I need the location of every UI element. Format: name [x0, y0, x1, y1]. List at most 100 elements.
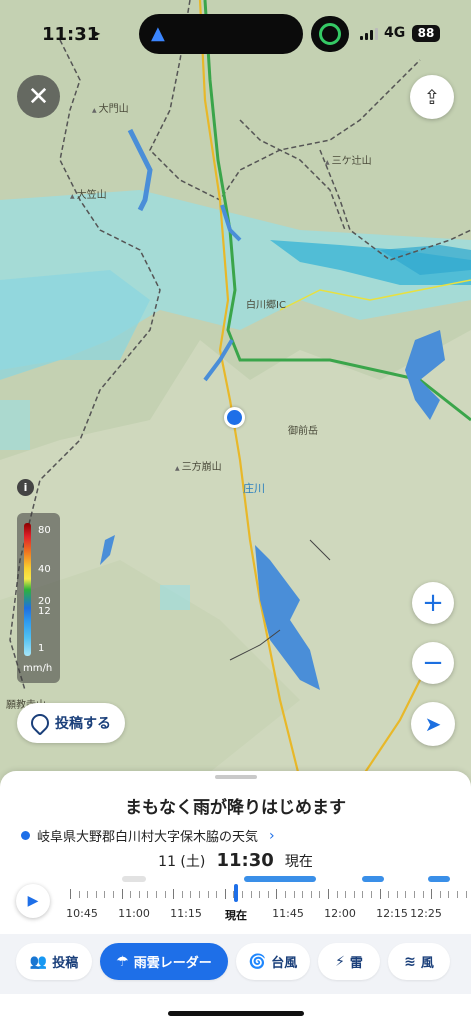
- current-datetime: 11 (土) 11:30 現在: [0, 850, 471, 871]
- play-icon: ▶: [27, 893, 39, 909]
- tab-wind[interactable]: ≋ 風: [388, 943, 450, 980]
- timeline-tick: [181, 891, 183, 898]
- timeline-tick: [302, 891, 304, 898]
- timeline-tick: [121, 889, 123, 899]
- network-type: 4G: [384, 25, 406, 41]
- timeline-tick: [371, 891, 372, 898]
- home-indicator: [168, 1011, 304, 1016]
- timeline-tick: [457, 891, 458, 898]
- map-label-gozengatake: 御前岳: [288, 426, 318, 437]
- zoom-out-button[interactable]: −: [412, 642, 454, 684]
- tab-posts[interactable]: 👥 投稿: [16, 943, 92, 980]
- rain-segment: [362, 876, 384, 882]
- tab-label: 雷: [349, 956, 363, 971]
- timeline-tick: [276, 889, 278, 899]
- timeline-tick: [164, 891, 166, 898]
- location-services-icon: ➤: [90, 27, 101, 42]
- timeline-tick: [147, 891, 149, 898]
- timeline-tick: [345, 891, 347, 898]
- legend-unit: mm/h: [23, 663, 53, 674]
- timeline-tick: [242, 891, 243, 898]
- tab-label: 風: [420, 956, 434, 971]
- timeline-tick: [396, 891, 398, 898]
- lightning-icon: ⚡: [335, 953, 345, 970]
- timeline-tick: [250, 891, 252, 898]
- timeline-tick: [70, 889, 71, 899]
- post-report-button[interactable]: 投稿する: [17, 703, 125, 743]
- post-report-label: 投稿する: [55, 716, 111, 732]
- timeline-tick: [362, 891, 364, 898]
- battery-indicator: 88: [412, 25, 440, 42]
- timeline-label: 11:45: [272, 907, 304, 920]
- map-label-mitsugatsuji: 三ケ辻山: [325, 152, 372, 167]
- map-label-ogasayama: 大笠山: [70, 186, 107, 201]
- forecast-sheet: まもなく雨が降りはじめます 岐阜県大野郡白川村大字保木脇の天気 › 11 (土)…: [0, 771, 471, 1024]
- tab-lightning[interactable]: ⚡ 雷: [318, 943, 380, 980]
- location-arrow-icon: ➤: [424, 712, 442, 736]
- timeline-now-marker[interactable]: [234, 884, 238, 902]
- now-label: 現在: [284, 854, 313, 870]
- timeline-label: 11:15: [170, 907, 202, 920]
- map-canvas: [0, 0, 471, 800]
- plus-icon: +: [422, 588, 444, 618]
- timeline-tick: [328, 889, 329, 899]
- timeline-label: 12:25: [410, 907, 442, 920]
- chevron-right-icon: ›: [269, 827, 275, 844]
- timeline-tick: [422, 891, 424, 898]
- tab-typhoon[interactable]: 🌀 台風: [236, 943, 310, 980]
- timeline-tick: [156, 891, 157, 898]
- timeline-tick: [310, 891, 312, 898]
- navigation-arrow-icon: ▲: [151, 23, 165, 44]
- sheet-grabber[interactable]: [215, 775, 257, 779]
- timeline-tick: [293, 891, 295, 898]
- current-location-button[interactable]: ➤: [411, 702, 455, 746]
- radar-map[interactable]: 大門山 大笠山 三ケ辻山 白川郷IC 御前岳 三方崩山 庄川 願教寺山: [0, 0, 471, 800]
- location-weather-link[interactable]: 岐阜県大野郡白川村大字保木脇の天気 ›: [21, 826, 275, 845]
- rain-segment: [122, 876, 146, 882]
- layer-tab-bar: 👥 投稿 ☂ 雨雲レーダー 🌀 台風 ⚡ 雷 ≋ 風: [0, 934, 471, 994]
- tab-rain-radar[interactable]: ☂ 雨雲レーダー: [100, 943, 228, 980]
- timeline-tick: [414, 891, 415, 898]
- close-button[interactable]: ✕: [17, 75, 60, 118]
- share-button[interactable]: ⇪: [410, 75, 454, 119]
- minus-icon: −: [422, 648, 444, 678]
- timeline-tick: [190, 891, 192, 898]
- timeline-tick: [448, 891, 450, 898]
- close-icon: ✕: [27, 81, 50, 112]
- rain-legend: 80 40 20 12 1 mm/h: [17, 513, 60, 683]
- map-label-shogawa: 庄川: [243, 482, 265, 495]
- timeline-tick: [173, 889, 175, 899]
- zoom-in-button[interactable]: +: [412, 582, 454, 624]
- timeline-tick: [138, 891, 140, 898]
- timeline-tick: [87, 891, 89, 898]
- legend-info-icon[interactable]: i: [17, 479, 34, 496]
- timeline-tick: [319, 891, 321, 898]
- rain-segment: [244, 876, 316, 882]
- current-location-marker: [224, 407, 245, 428]
- tab-label: 台風: [271, 956, 298, 971]
- typhoon-icon: 🌀: [248, 953, 267, 970]
- rain-segment: [428, 876, 450, 882]
- timeline-tick: [95, 891, 97, 898]
- tab-label: 投稿: [52, 956, 79, 971]
- legend-value-12: 12: [38, 606, 51, 617]
- timeline-tick: [104, 891, 106, 898]
- timeline-tick: [113, 891, 114, 898]
- signal-strength-icon: [360, 28, 378, 40]
- legend-color-scale: [24, 523, 31, 656]
- map-label-shirakawago-ic: 白川郷IC: [246, 300, 286, 311]
- timeline-tick: [405, 891, 407, 898]
- play-button[interactable]: ▶: [16, 884, 50, 918]
- timeline-tick: [388, 891, 390, 898]
- date-label: 11 (土): [158, 854, 206, 870]
- map-label-sanpoiwa: 三方崩山: [175, 458, 222, 473]
- timeline-tick: [216, 891, 218, 898]
- timeline-tick: [431, 889, 433, 899]
- timeline-label: 11:00: [118, 907, 150, 920]
- timeline-label-now: 現在: [225, 909, 247, 922]
- time-slider[interactable]: 10:45 11:00 11:15 現在 11:45 12:00 12:15 1…: [62, 871, 471, 931]
- time-label: 11:30: [216, 850, 274, 871]
- timeline-tick: [336, 891, 338, 898]
- timeline-label: 12:00: [324, 907, 356, 920]
- legend-value-80: 80: [38, 525, 51, 536]
